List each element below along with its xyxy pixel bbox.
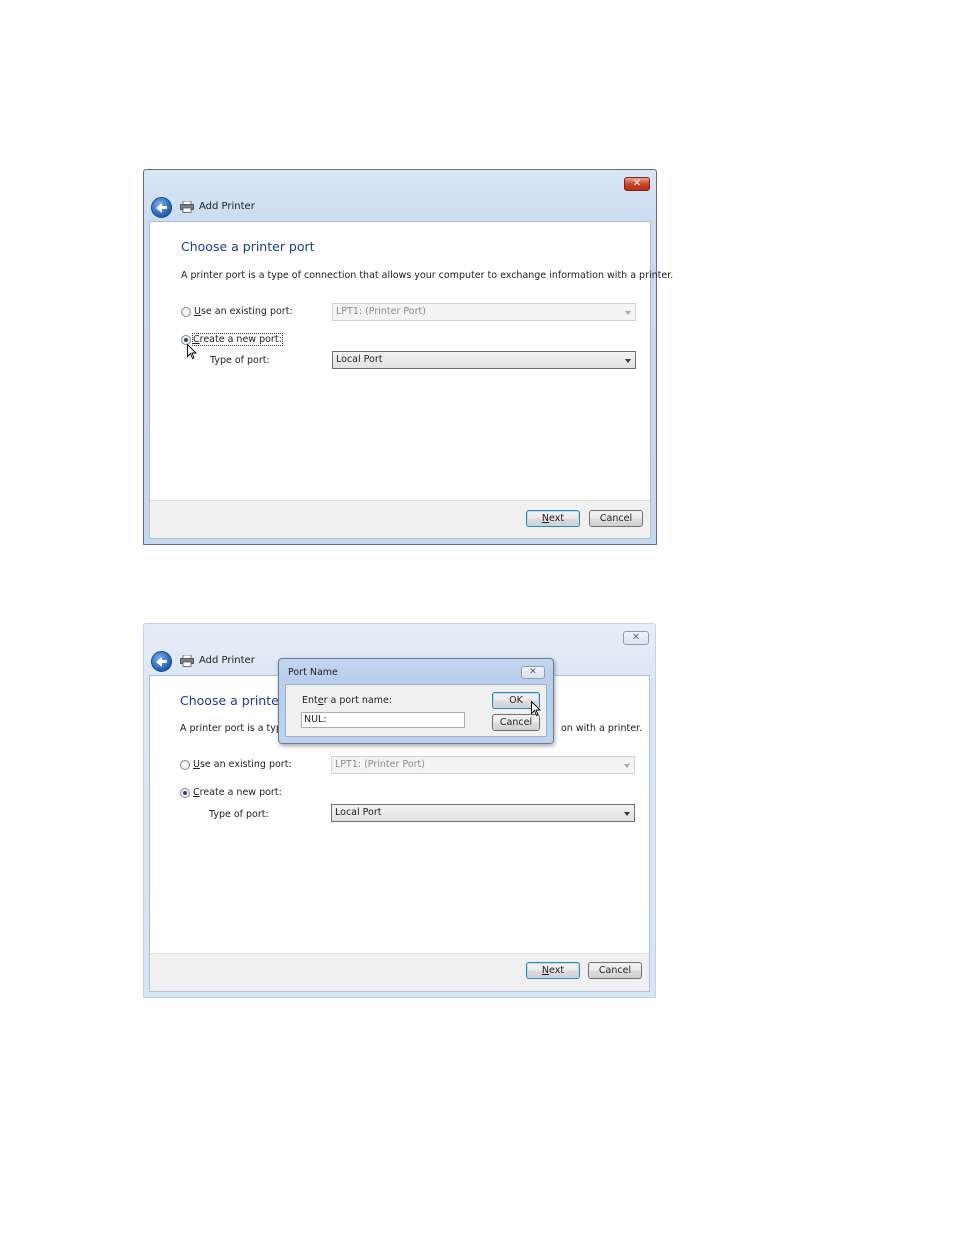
new-port-label[interactable]: Create a new port: (193, 787, 282, 798)
back-icon[interactable] (151, 197, 172, 218)
type-of-port-select[interactable]: Local Port (332, 351, 636, 369)
back-icon[interactable] (151, 651, 172, 672)
existing-port-select[interactable]: LPT1: (Printer Port) (332, 303, 636, 321)
wizard-content: Choose a printer port A printer port is … (149, 221, 673, 539)
next-button[interactable]: Next (526, 510, 580, 527)
printer-icon (180, 655, 194, 667)
mouse-pointer-icon (531, 701, 541, 717)
chevron-down-icon (625, 359, 631, 363)
cancel-button[interactable]: Cancel (588, 962, 642, 979)
window-title: Add Printer (199, 201, 255, 212)
existing-port-label[interactable]: Use an existing port: (194, 306, 293, 317)
close-icon: ✕ (632, 178, 642, 189)
wizard-footer: Next Cancel (150, 953, 649, 991)
new-port-radio[interactable] (180, 788, 190, 798)
type-of-port-label: Type of port: (209, 809, 269, 820)
port-name-dialog: Port Name ✕ Enter a port name: NUL: OK C… (278, 658, 554, 744)
dialog-close-button[interactable]: ✕ (521, 666, 545, 679)
add-printer-window-1: ✕ Add Printer Choose a printer port A pr… (143, 169, 673, 545)
chevron-down-icon (624, 812, 630, 816)
chevron-down-icon (624, 764, 630, 768)
type-of-port-label: Type of port: (210, 355, 270, 366)
page-description-left: A printer port is a type (180, 723, 288, 734)
close-icon: ✕ (631, 632, 641, 643)
existing-port-radio[interactable] (180, 760, 190, 770)
close-button[interactable]: ✕ (624, 177, 650, 191)
cancel-button[interactable]: Cancel (589, 510, 643, 527)
existing-port-label[interactable]: Use an existing port: (193, 759, 292, 770)
page-description-right: on with a printer. (561, 723, 643, 734)
dialog-title: Port Name (288, 667, 338, 678)
existing-port-select[interactable]: LPT1: (Printer Port) (331, 756, 635, 774)
close-button[interactable]: ✕ (623, 631, 649, 645)
wizard-footer: Next Cancel (150, 500, 650, 538)
type-of-port-select[interactable]: Local Port (331, 804, 635, 822)
port-name-prompt: Enter a port name: (302, 695, 393, 706)
page-description: A printer port is a type of connection t… (181, 270, 674, 281)
page-heading: Choose a printer (180, 693, 284, 708)
mouse-pointer-icon (187, 344, 197, 360)
port-name-input[interactable]: NUL: (301, 712, 465, 728)
page-heading: Choose a printer port (181, 239, 315, 254)
window-title: Add Printer (199, 655, 255, 666)
next-button[interactable]: Next (526, 962, 580, 979)
new-port-label[interactable]: Create a new port: (192, 333, 283, 346)
close-icon: ✕ (529, 667, 537, 677)
dialog-body: Enter a port name: NUL: OK Cancel (285, 684, 547, 737)
chevron-down-icon (625, 311, 631, 315)
printer-icon (180, 201, 194, 213)
existing-port-radio[interactable] (181, 307, 191, 317)
